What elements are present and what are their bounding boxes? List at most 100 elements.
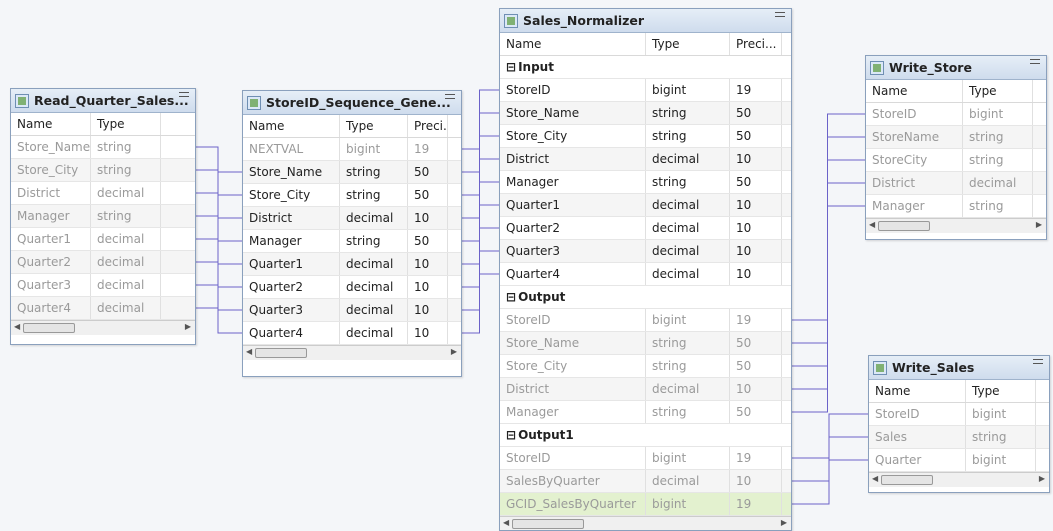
link-line[interactable]	[194, 215, 242, 242]
port-row[interactable]: Quarter3 decimal 10	[500, 240, 791, 263]
column-header-name[interactable]: Name	[866, 80, 963, 102]
port-row[interactable]: Manager string	[11, 205, 195, 228]
horizontal-scrollbar[interactable]: ◀ ▶	[11, 320, 195, 335]
port-row[interactable]: Store_Name string	[11, 136, 195, 159]
port-row[interactable]: Quarter1 decimal 10	[243, 253, 461, 276]
port-row[interactable]: Quarter4 decimal	[11, 297, 195, 320]
port-row[interactable]: Store_City string 50	[243, 184, 461, 207]
link-line[interactable]	[790, 459, 868, 505]
link-line[interactable]	[194, 261, 242, 288]
port-row[interactable]: Store_City string 50	[500, 355, 791, 378]
port-row[interactable]: Store_City string	[11, 159, 195, 182]
target-icon	[870, 60, 884, 75]
minimize-icon[interactable]	[1033, 359, 1043, 364]
port-row[interactable]: Quarter1 decimal 10	[500, 194, 791, 217]
column-header-precision[interactable]: Preci...	[730, 33, 782, 55]
port-row[interactable]: Manager string	[866, 195, 1046, 218]
port-row[interactable]: District decimal	[866, 172, 1046, 195]
port-row[interactable]: StoreID bigint 19	[500, 309, 791, 332]
port-row[interactable]: Manager string 50	[243, 230, 461, 253]
horizontal-scrollbar[interactable]: ◀ ▶	[869, 472, 1049, 487]
port-row[interactable]: Manager string 50	[500, 401, 791, 424]
link-line[interactable]	[460, 273, 499, 334]
write-sales-panel[interactable]: Write_Sales Name Type StoreID bigint Sales…	[868, 355, 1050, 493]
collapse-icon[interactable]: ⊟	[500, 290, 516, 304]
port-row[interactable]: Manager string 50	[500, 171, 791, 194]
column-header-name[interactable]: Name	[869, 380, 966, 402]
link-line[interactable]	[194, 238, 242, 265]
port-row[interactable]: StoreID bigint	[866, 103, 1046, 126]
port-row[interactable]: Quarter1 decimal	[11, 228, 195, 251]
column-header-type[interactable]: Type	[963, 80, 1033, 102]
port-row[interactable]: Quarter bigint	[869, 449, 1049, 472]
column-header-name[interactable]: Name	[11, 113, 91, 135]
column-header-type[interactable]: Type	[340, 115, 408, 137]
port-row[interactable]: Quarter2 decimal	[11, 251, 195, 274]
port-row[interactable]: District decimal	[11, 182, 195, 205]
port-precision: 10	[408, 207, 448, 229]
read-quarter-sales-titlebar[interactable]: Read_Quarter_Sales...	[11, 89, 195, 113]
port-row[interactable]: District decimal 10	[500, 148, 791, 171]
port-precision: 10	[730, 240, 782, 262]
port-type: decimal	[91, 228, 161, 250]
link-line[interactable]	[194, 307, 242, 334]
port-row[interactable]: Store_City string 50	[500, 125, 791, 148]
storeid-sequence-titlebar[interactable]: StoreID_Sequence_Gene...	[243, 91, 461, 115]
write-store-panel[interactable]: Write_Store Name Type StoreID bigint Store…	[865, 55, 1047, 240]
port-row[interactable]: NEXTVAL bigint 19	[243, 138, 461, 161]
port-row[interactable]: StoreID bigint 19	[500, 447, 791, 470]
port-row[interactable]: StoreID bigint 19	[500, 79, 791, 102]
link-line[interactable]	[194, 284, 242, 311]
group-header[interactable]: ⊟ Input	[500, 56, 791, 79]
write-store-titlebar[interactable]: Write_Store	[866, 56, 1046, 80]
collapse-icon[interactable]: ⊟	[500, 60, 516, 74]
port-precision: 19	[730, 309, 782, 331]
port-row[interactable]: District decimal 10	[243, 207, 461, 230]
column-header-type[interactable]: Type	[966, 380, 1036, 402]
group-header[interactable]: ⊟ Output1	[500, 424, 791, 447]
port-precision: 50	[408, 230, 448, 252]
column-header-type[interactable]: Type	[91, 113, 161, 135]
port-row[interactable]: Quarter3 decimal 10	[243, 299, 461, 322]
horizontal-scrollbar[interactable]: ◀ ▶	[243, 345, 461, 360]
sales-normalizer-titlebar[interactable]: Sales_Normalizer	[500, 9, 791, 33]
port-row[interactable]: StoreID bigint	[869, 403, 1049, 426]
port-row[interactable]: Store_Name string 50	[500, 332, 791, 355]
port-row[interactable]: Quarter2 decimal 10	[500, 217, 791, 240]
minimize-icon[interactable]	[445, 94, 455, 99]
port-type: decimal	[91, 251, 161, 273]
port-row[interactable]: Quarter4 decimal 10	[500, 263, 791, 286]
column-header-type[interactable]: Type	[646, 33, 730, 55]
port-row[interactable]: Quarter3 decimal	[11, 274, 195, 297]
minimize-icon[interactable]	[1030, 59, 1040, 64]
port-row[interactable]: StoreCity string	[866, 149, 1046, 172]
port-row[interactable]: GCID_SalesByQuarter bigint 19	[500, 493, 791, 516]
port-row[interactable]: Store_Name string 50	[243, 161, 461, 184]
port-type: decimal	[646, 148, 730, 170]
port-row[interactable]: Store_Name string 50	[500, 102, 791, 125]
port-type: decimal	[646, 470, 730, 492]
port-row[interactable]: Sales string	[869, 426, 1049, 449]
write-sales-titlebar[interactable]: Write_Sales	[869, 356, 1049, 380]
minimize-icon[interactable]	[775, 12, 785, 17]
column-header-name[interactable]: Name	[243, 115, 340, 137]
storeid-sequence-panel[interactable]: StoreID_Sequence_Gene... Name Type Preci…	[242, 90, 462, 377]
collapse-icon[interactable]: ⊟	[500, 428, 516, 442]
horizontal-scrollbar[interactable]: ◀ ▶	[866, 218, 1046, 233]
link-line[interactable]	[194, 169, 242, 196]
sales-normalizer-panel[interactable]: Sales_Normalizer Name Type Preci... ⊟ Inp…	[499, 8, 792, 531]
port-row[interactable]: StoreName string	[866, 126, 1046, 149]
port-row[interactable]: Quarter2 decimal 10	[243, 276, 461, 299]
minimize-icon[interactable]	[179, 92, 189, 97]
link-line[interactable]	[790, 205, 865, 413]
port-row[interactable]: District decimal 10	[500, 378, 791, 401]
link-line[interactable]	[194, 146, 242, 173]
link-line[interactable]	[194, 192, 242, 219]
port-row[interactable]: SalesByQuarter decimal 10	[500, 470, 791, 493]
port-precision: 19	[730, 79, 782, 101]
read-quarter-sales-panel[interactable]: Read_Quarter_Sales... Name Type Store_Na…	[10, 88, 196, 345]
port-row[interactable]: Quarter4 decimal 10	[243, 322, 461, 345]
column-header-name[interactable]: Name	[500, 33, 646, 55]
column-header-precision[interactable]: Preci.	[408, 115, 448, 137]
group-header[interactable]: ⊟ Output	[500, 286, 791, 309]
